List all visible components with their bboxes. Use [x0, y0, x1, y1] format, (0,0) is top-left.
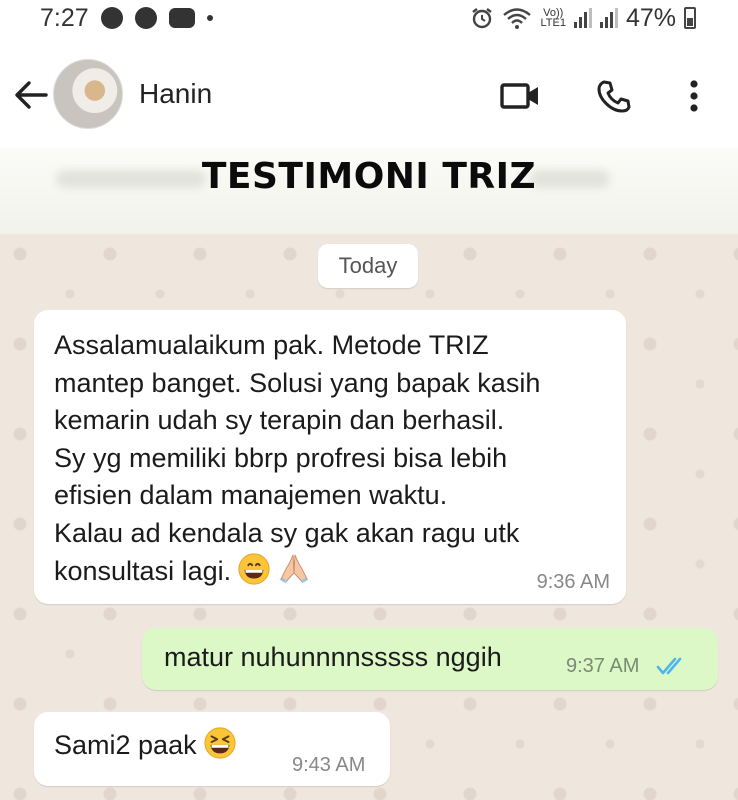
more-options-button[interactable] [674, 76, 714, 116]
back-button[interactable] [12, 76, 50, 114]
message-text: Sami2 paak [54, 726, 237, 765]
chat-header: Hanin [0, 36, 738, 148]
video-call-button[interactable] [500, 76, 540, 116]
message-text-content: Sami2 paak [54, 730, 197, 760]
message-text: Assalamualaikum pak. Metode TRIZ mantep … [54, 327, 614, 591]
message-text-content: Assalamualaikum pak. Metode TRIZ mantep … [54, 330, 541, 586]
volte-indicator: Vo)) LTE1 [540, 8, 566, 29]
phone-icon [597, 80, 631, 113]
battery-percent: 47% [625, 3, 676, 32]
message-text: matur nuhunnnnsssss nggih [164, 642, 502, 672]
folded-hands-emoji-icon [280, 554, 308, 584]
messenger-notification-icon [134, 7, 157, 29]
message-time: 9:43 AM [292, 754, 366, 776]
wifi-icon [503, 8, 532, 29]
youtube-notification-icon [168, 8, 195, 28]
signal-2-icon [599, 8, 618, 28]
incoming-message[interactable]: Assalamualaikum pak. Metode TRIZ mantep … [34, 310, 626, 604]
message-time: 9:36 AM [536, 571, 610, 593]
chrome-notification-icon [100, 7, 123, 29]
status-time: 7:27 [40, 3, 89, 32]
status-right: Vo)) LTE1 47% [470, 4, 696, 33]
alarm-icon [472, 8, 493, 29]
contact-name[interactable]: Hanin [139, 78, 212, 110]
signal-1-icon [573, 8, 592, 28]
message-time: 9:37 AM [566, 655, 640, 677]
video-call-icon [500, 83, 538, 109]
banner-title: TESTIMONI TRIZ [201, 156, 537, 197]
back-arrow-icon [15, 81, 48, 109]
battery-icon [684, 7, 696, 29]
incoming-message[interactable]: Sami2 paak 9:43 AM [34, 712, 390, 786]
status-bar: 7:27 Vo)) LTE1 47% [0, 0, 738, 36]
voice-call-button[interactable] [594, 76, 634, 116]
more-notifications-dot-icon [206, 15, 213, 21]
status-left: 7:27 [40, 4, 213, 33]
grinning-face-emoji-icon [238, 553, 270, 585]
laughing-squinting-face-emoji-icon [204, 727, 236, 759]
avatar[interactable] [53, 59, 123, 129]
more-options-icon [690, 80, 698, 112]
volte-label-bottom: LTE1 [540, 17, 566, 29]
read-receipt-icon [656, 657, 682, 675]
date-chip: Today [318, 244, 418, 288]
outgoing-message[interactable]: matur nuhunnnnsssss nggih 9:37 AM [142, 628, 718, 690]
